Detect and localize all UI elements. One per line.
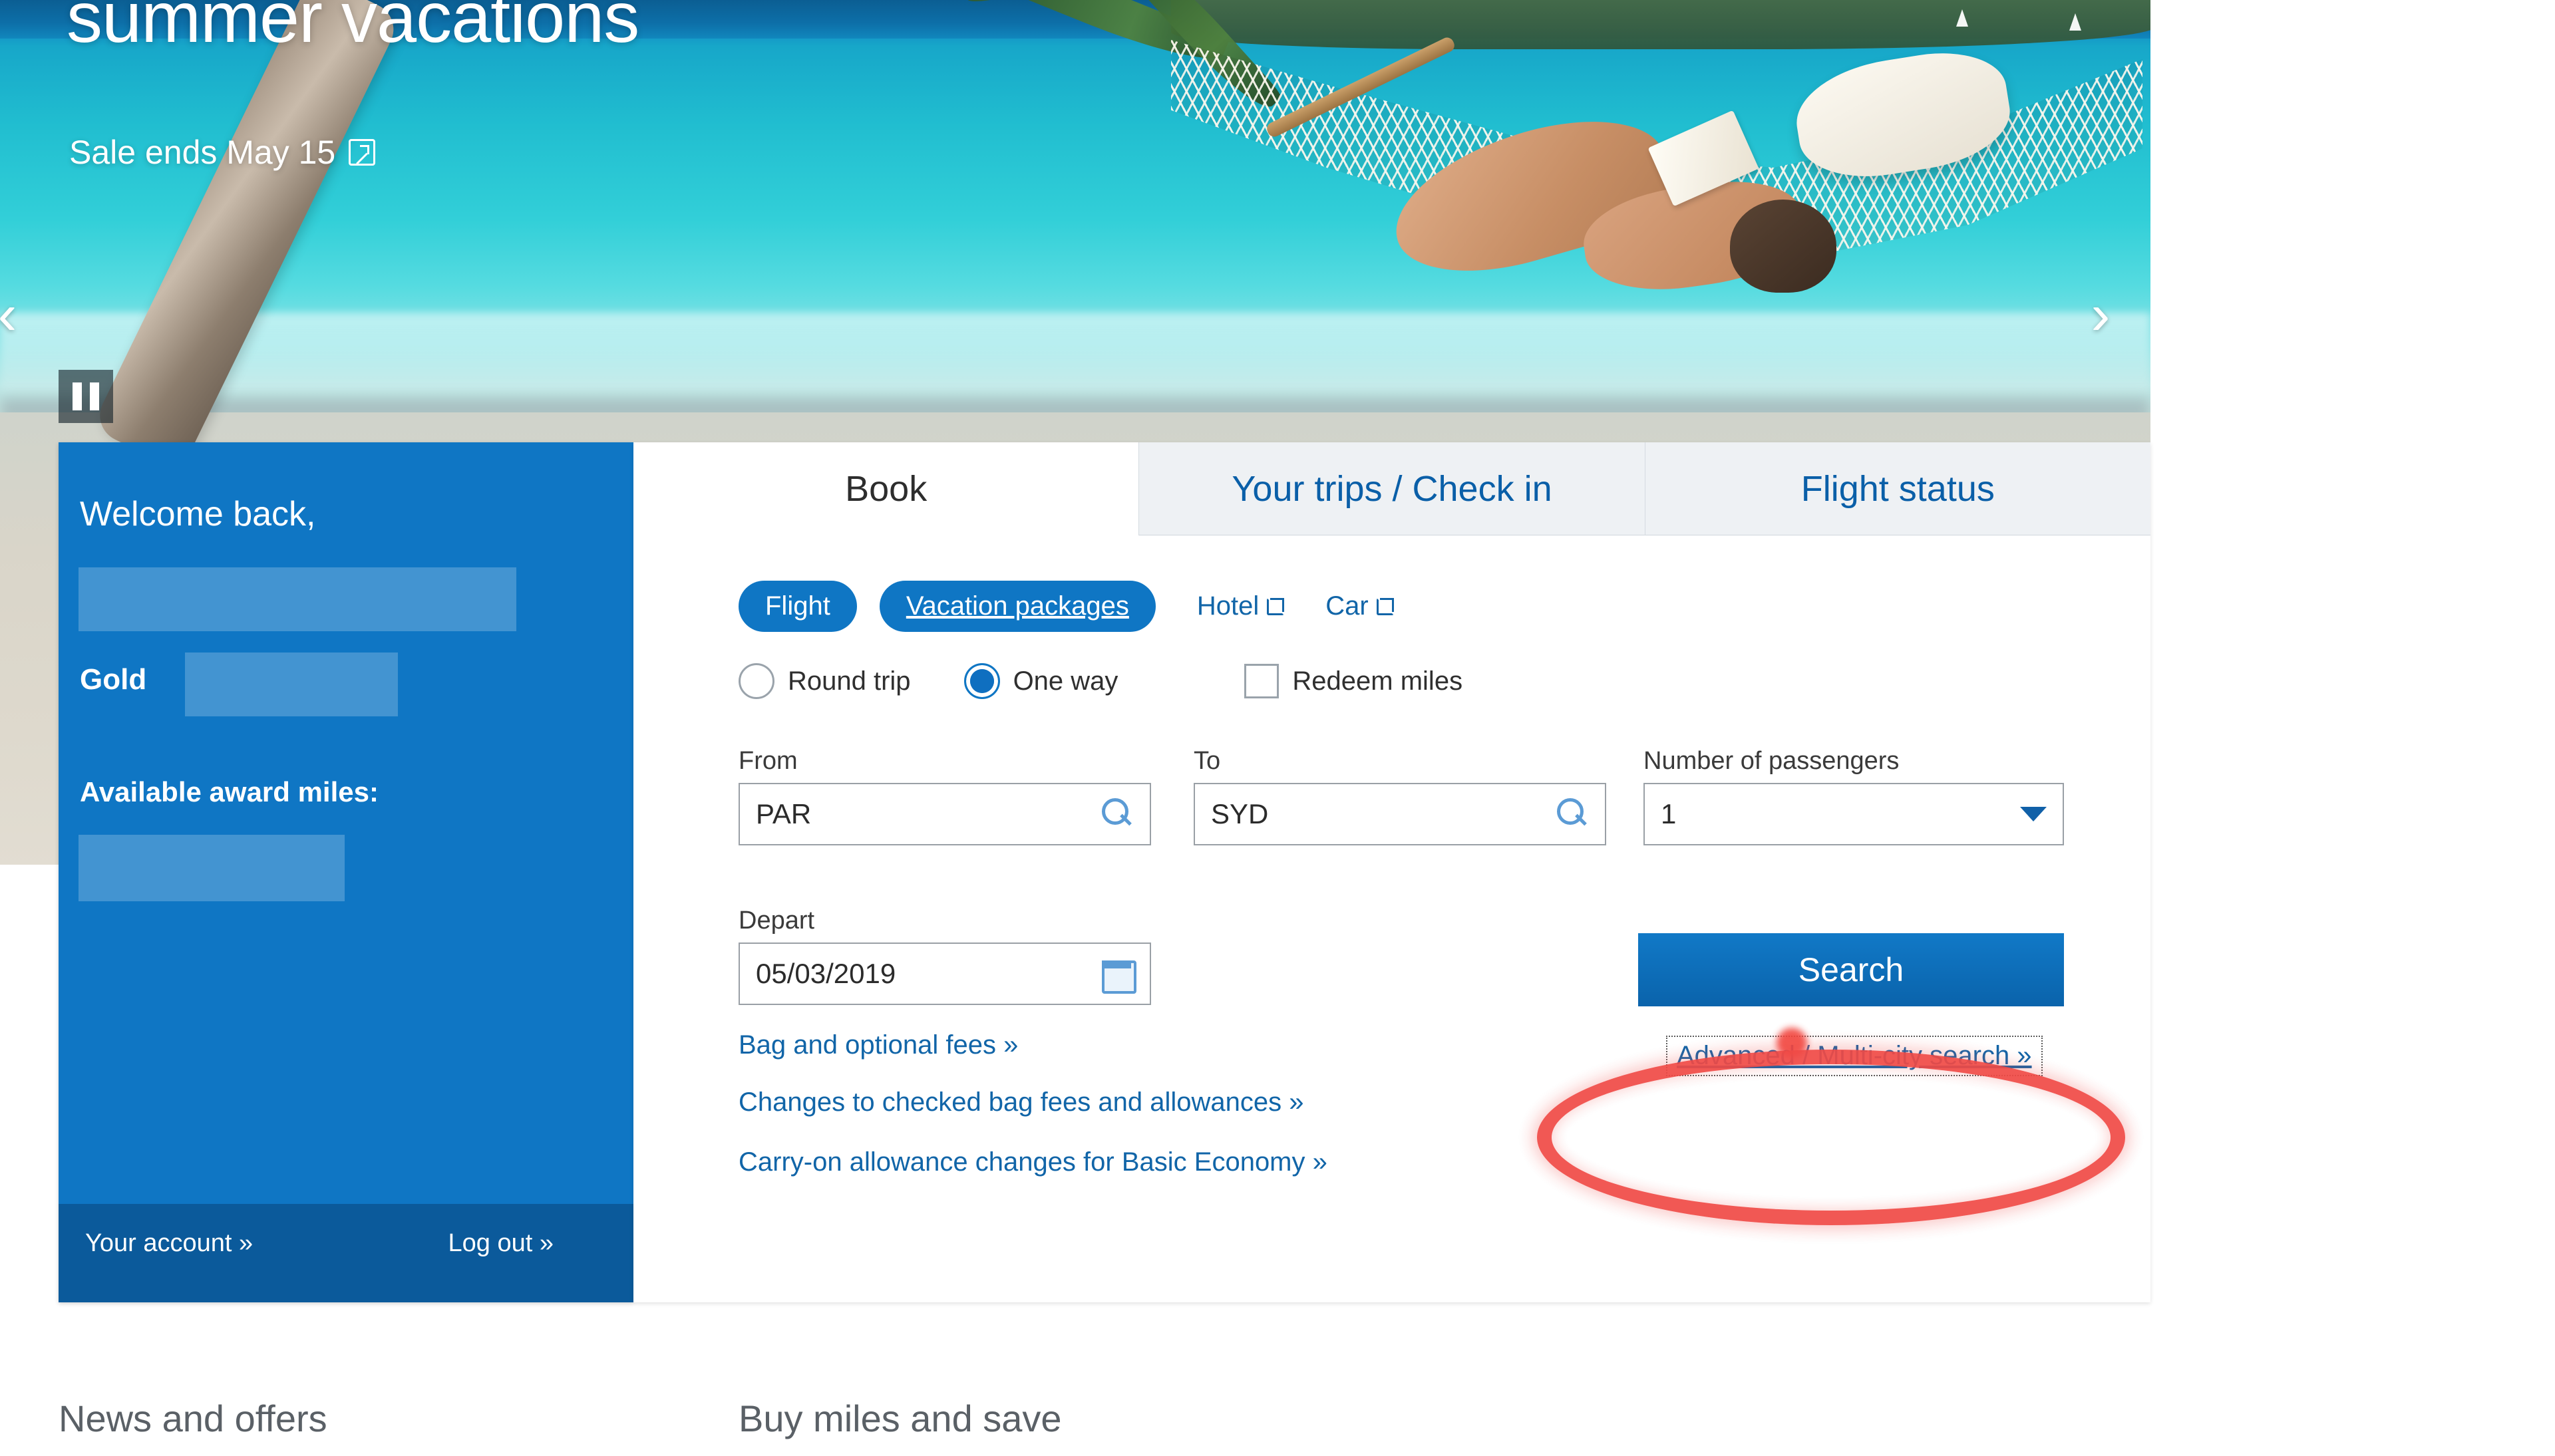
search-button[interactable]: Search	[1638, 933, 2064, 1006]
product-link-car[interactable]: Car	[1325, 591, 1394, 621]
chevron-down-icon[interactable]	[2020, 807, 2047, 821]
product-pill-vacation-packages[interactable]: Vacation packages	[879, 581, 1156, 632]
depart-date-input[interactable]: 05/03/2019	[739, 943, 1151, 1005]
to-label: To	[1194, 747, 1221, 775]
tab-book[interactable]: Book	[633, 442, 1139, 535]
welcome-message: Welcome back,	[80, 495, 316, 533]
checkbox-redeem-miles[interactable]: Redeem miles	[1244, 664, 1462, 698]
booking-tabs: Book Your trips / Check in Flight status	[633, 442, 2150, 535]
hero-title: summer vacations	[67, 0, 639, 57]
radio-round-trip-label: Round trip	[788, 666, 911, 696]
tab-flight-status[interactable]: Flight status	[1644, 442, 2150, 535]
search-icon[interactable]	[1554, 797, 1589, 831]
your-account-link[interactable]: Your account »	[85, 1229, 253, 1258]
from-input[interactable]: PAR	[739, 783, 1151, 845]
hero-subtitle-text: Sale ends May 15	[69, 134, 336, 171]
passengers-select[interactable]: 1	[1643, 783, 2064, 845]
checkbox-redeem-miles-control[interactable]	[1244, 664, 1279, 698]
redacted-award-miles-value	[79, 835, 345, 901]
bag-and-optional-fees-link[interactable]: Bag and optional fees »	[739, 1030, 1018, 1060]
product-link-hotel[interactable]: Hotel	[1196, 591, 1285, 621]
external-link-icon	[1267, 597, 1285, 615]
depart-label: Depart	[739, 907, 815, 935]
tier-label: Gold	[80, 663, 147, 696]
search-icon[interactable]	[1099, 797, 1134, 831]
radio-one-way-label: One way	[1013, 666, 1118, 696]
to-input-value: SYD	[1211, 798, 1269, 829]
carousel-next-arrow-icon[interactable]: ›	[2077, 278, 2124, 351]
radio-one-way[interactable]: One way	[963, 663, 1118, 699]
from-label: From	[739, 747, 798, 775]
news-and-offers-heading: News and offers	[59, 1397, 327, 1439]
log-out-link[interactable]: Log out »	[448, 1229, 554, 1258]
checkbox-redeem-miles-label: Redeem miles	[1292, 666, 1463, 696]
carousel-prev-arrow-icon[interactable]: ‹	[0, 278, 31, 351]
carry-on-allowance-changes-link[interactable]: Carry-on allowance changes for Basic Eco…	[739, 1147, 1327, 1177]
sailboat-icon	[1956, 9, 1968, 27]
radio-round-trip-control[interactable]	[739, 663, 774, 699]
external-link-icon	[1376, 597, 1394, 615]
account-sidebar: Welcome back, Gold Available award miles…	[59, 442, 633, 1302]
award-miles-label: Available award miles:	[80, 776, 379, 807]
passengers-label: Number of passengers	[1643, 747, 1900, 775]
depart-date-value: 05/03/2019	[756, 958, 896, 989]
checked-bag-fees-changes-link[interactable]: Changes to checked bag fees and allowanc…	[739, 1088, 1303, 1117]
radio-round-trip[interactable]: Round trip	[739, 663, 911, 699]
product-pill-flight[interactable]: Flight	[739, 581, 857, 632]
trip-options-row: Round trip One way Redeem miles	[739, 663, 1516, 699]
flight-search-form: Flight Vacation packages Hotel Car Round…	[633, 535, 2150, 1302]
booking-widget: Book Your trips / Check in Flight status…	[633, 442, 2150, 1302]
sailboat-icon	[2069, 13, 2081, 31]
to-input[interactable]: SYD	[1194, 783, 1606, 845]
advanced-multi-city-search-link[interactable]: Advanced / Multi-city search »	[1666, 1036, 2043, 1076]
pause-bar-left	[73, 382, 82, 410]
sidebar-footer: Your account » Log out »	[59, 1204, 633, 1302]
from-input-value: PAR	[756, 798, 812, 829]
pause-bar-right	[90, 382, 99, 410]
product-link-hotel-label: Hotel	[1196, 591, 1260, 621]
redacted-member-name	[79, 567, 516, 631]
product-link-car-label: Car	[1325, 591, 1369, 621]
product-type-selector: Flight Vacation packages Hotel Car	[739, 581, 1394, 632]
person-head	[1730, 200, 1836, 293]
carousel-pause-button[interactable]	[59, 370, 113, 423]
calendar-icon[interactable]	[1101, 956, 1136, 994]
buy-miles-and-save-heading: Buy miles and save	[739, 1397, 1062, 1439]
radio-one-way-control[interactable]	[963, 663, 1000, 699]
hero-subtitle[interactable]: Sale ends May 15	[69, 133, 376, 172]
external-link-icon	[349, 139, 376, 166]
tab-your-trips-check-in[interactable]: Your trips / Check in	[1138, 442, 1645, 535]
redacted-tier-value	[185, 653, 398, 716]
passengers-select-value: 1	[1661, 798, 1677, 829]
